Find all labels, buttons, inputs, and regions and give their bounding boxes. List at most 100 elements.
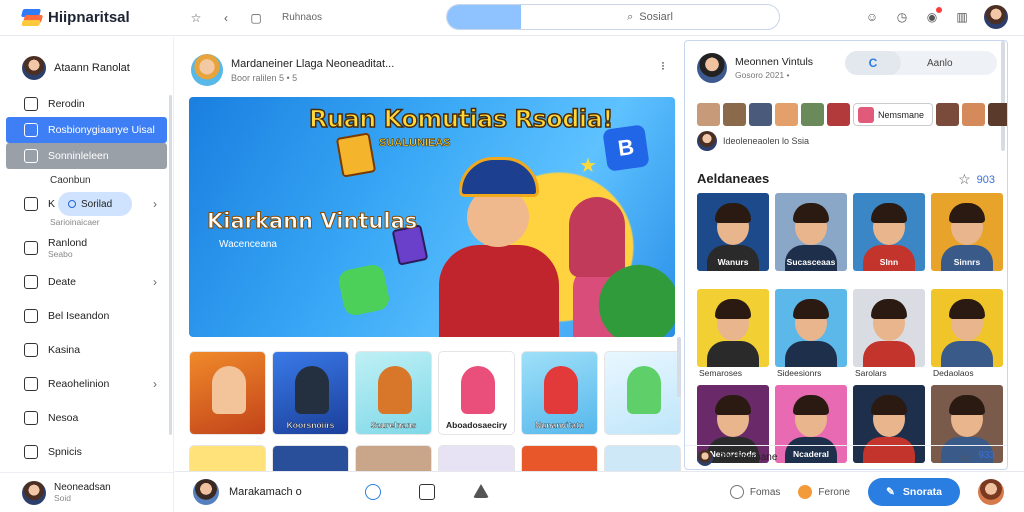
top-link[interactable]: Ruhnaos	[282, 12, 322, 23]
panel-scrollbar[interactable]	[1001, 41, 1005, 151]
post-author-avatar[interactable]	[191, 54, 223, 86]
sidebar-item-2[interactable]: Sonninleleen	[6, 143, 167, 169]
thumbnail[interactable]	[775, 103, 798, 126]
card-icon	[335, 132, 377, 178]
pill-icon	[68, 200, 76, 208]
creator-card[interactable]: Sucasceaas	[775, 193, 847, 283]
avatar	[22, 56, 46, 80]
location-icon[interactable]	[365, 484, 381, 500]
creator-card[interactable]: Wanurs	[697, 193, 769, 283]
tile[interactable]	[272, 445, 349, 471]
creator-card[interactable]: Dedaolaos	[931, 289, 1003, 379]
sidebar-item-11[interactable]: Spnicis	[0, 435, 173, 469]
chip-icon	[858, 106, 874, 123]
sidebar-item-3[interactable]: Caonbun	[0, 169, 173, 191]
sidebar-item-label: K	[48, 198, 56, 210]
search-input[interactable]: ⌕ Sosiarl	[521, 5, 779, 29]
tile[interactable]	[438, 445, 515, 471]
profile-avatar[interactable]	[984, 5, 1008, 29]
sidebar-pill[interactable]: Sorilad	[58, 192, 132, 216]
share-icon[interactable]	[473, 484, 489, 498]
layout-icon[interactable]: ▥	[954, 9, 970, 25]
sidebar-item-10[interactable]: Nesoa	[0, 401, 173, 435]
hero-banner[interactable]: B ★ Ruan Komutias Rsodia! SUALUNIEAS Kia…	[189, 97, 675, 337]
orange-dot-icon	[798, 485, 813, 499]
tile[interactable]	[189, 351, 266, 435]
sidebar-item-1[interactable]: Rosbionygiaanye Uisal	[6, 117, 167, 143]
creator-card[interactable]: Semaroses	[697, 289, 769, 379]
search-segment[interactable]	[447, 5, 521, 29]
creator-card[interactable]: Sarolars	[853, 289, 925, 379]
search-placeholder: Sosiarl	[639, 11, 673, 23]
thumbnail[interactable]	[936, 103, 960, 126]
footer-name: Neoneadsan	[54, 482, 111, 493]
sidebar-item-6[interactable]: Deate ›	[0, 265, 173, 299]
thumbnail[interactable]	[988, 103, 1007, 126]
post-author[interactable]: Mardaneiner Llaga Neoneaditat...	[231, 58, 394, 70]
tile[interactable]: Nunanvitatu	[521, 351, 598, 435]
star-icon[interactable]: ☆	[188, 10, 204, 26]
thumbnail[interactable]	[749, 103, 772, 126]
tile[interactable]	[604, 351, 681, 435]
panel-footer[interactable]: Bledniemane ☆ 933	[685, 445, 1007, 469]
card-grid: Wanurs Sucasceaas Slnn Sinnrs Semaroses Sidee…	[697, 193, 1003, 469]
sidebar-item-label: Bel Iseandon	[48, 310, 110, 322]
sidebar-item-0[interactable]: Rerodin	[0, 91, 173, 117]
sidebar-item-8[interactable]: Kasina	[0, 333, 173, 367]
tile[interactable]: Saurelnans	[355, 351, 432, 435]
tile[interactable]	[604, 445, 681, 471]
thumbnail[interactable]	[962, 103, 986, 126]
more-options-icon[interactable]: ⁝	[661, 59, 665, 73]
back-icon[interactable]: ‹	[218, 10, 234, 26]
view-toggle[interactable]: C Aanlo	[845, 51, 997, 75]
panel-author[interactable]: Meonnen Vintuls	[735, 56, 813, 68]
sidebar-item-label: Kasina	[48, 344, 81, 356]
bottom-item-1[interactable]: Fomas	[729, 485, 780, 499]
page-icon[interactable]: ▢	[248, 10, 264, 26]
star-outline-icon[interactable]: ☆	[958, 171, 971, 188]
thumbnail[interactable]	[723, 103, 746, 126]
star-outline-icon[interactable]: ☆	[959, 450, 971, 466]
sidebar-item-label: Ranlond	[48, 237, 88, 249]
chevron-right-icon[interactable]: ›	[153, 377, 157, 391]
creator-card[interactable]: Sinnrs	[931, 193, 1003, 283]
tile-caption: Saurelnans	[370, 420, 417, 430]
sidebar-item-7[interactable]: Bel Iseandon	[0, 299, 173, 333]
bottom-user[interactable]: Marakamach ᴏ	[175, 479, 345, 505]
sidebar-item-4[interactable]: K Sorilad ›	[0, 191, 173, 217]
creator-card[interactable]: Sideesionrs	[775, 289, 847, 379]
sidebar-item-label: Nesoa	[48, 412, 79, 424]
square-icon[interactable]	[419, 484, 435, 500]
chevron-right-icon[interactable]: ›	[153, 197, 157, 211]
tile[interactable]	[355, 445, 432, 471]
thumbnail[interactable]	[827, 103, 850, 126]
emoji-icon[interactable]: ☺	[864, 9, 880, 25]
thumbnail[interactable]	[697, 103, 720, 126]
panel-author-avatar[interactable]	[697, 53, 727, 83]
sidebar-item-9[interactable]: Reaohelinion ›	[0, 367, 173, 401]
creator-caption: Sarolars	[855, 368, 887, 378]
search-bar[interactable]: ⌕ Sosiarl	[446, 4, 780, 30]
thumbnail[interactable]	[801, 103, 824, 126]
toggle-option-label[interactable]: Aanlo	[901, 58, 953, 69]
toggle-option-icon[interactable]: C	[845, 51, 901, 75]
creator-label: Wanurs	[717, 257, 749, 267]
feed-scrollbar[interactable]	[677, 337, 681, 397]
clock-icon[interactable]: ◷	[894, 9, 910, 25]
tile[interactable]: Aboadosaeciry	[438, 351, 515, 435]
sidebar-footer[interactable]: Neoneadsan Soid	[0, 472, 174, 512]
tile[interactable]	[189, 445, 266, 471]
bottom-item-2[interactable]: Ferone	[798, 485, 850, 499]
tile[interactable]: Koorsnoiirs	[272, 351, 349, 435]
tag-chip[interactable]: Nemsmane	[853, 103, 934, 126]
app-logo[interactable]: Hiipnaritsal	[0, 8, 180, 27]
sidebar-user[interactable]: Ataann Ranolat	[0, 37, 173, 87]
notification-icon[interactable]: ◉	[924, 6, 943, 25]
chevron-right-icon[interactable]: ›	[153, 275, 157, 289]
sidebar-item-5[interactable]: Ranlond Seabo	[0, 231, 173, 265]
section-count[interactable]: ☆ 903	[958, 171, 995, 188]
primary-button[interactable]: ✎ Snorata	[868, 478, 960, 506]
avatar[interactable]	[978, 479, 1004, 505]
tile[interactable]	[521, 445, 598, 471]
creator-card[interactable]: Slnn	[853, 193, 925, 283]
